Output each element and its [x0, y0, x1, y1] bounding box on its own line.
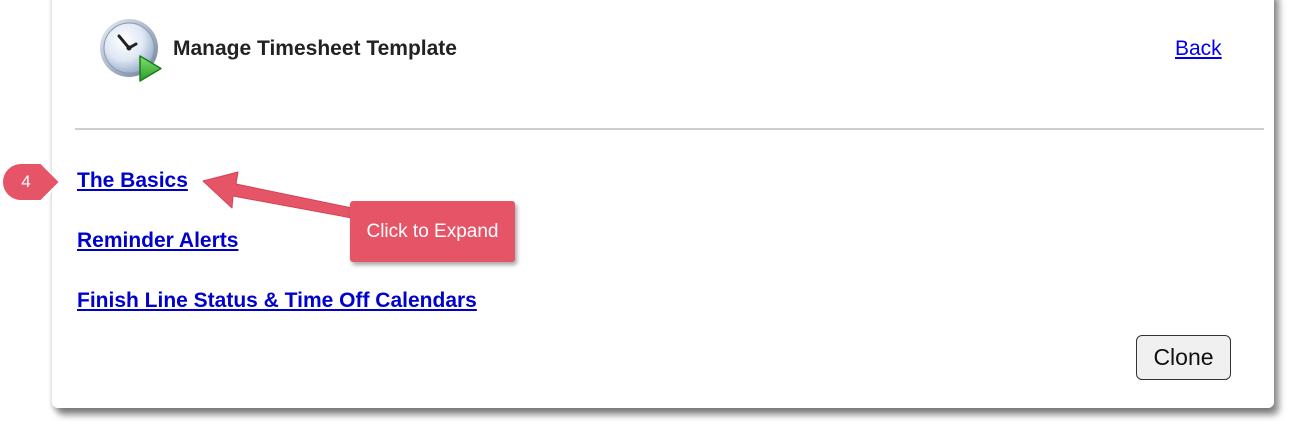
clone-button[interactable]: Clone	[1136, 335, 1231, 380]
step-number: 4	[21, 172, 31, 191]
back-link[interactable]: Back	[1175, 36, 1222, 62]
section-link-the-basics[interactable]: The Basics	[77, 168, 188, 194]
callout-tooltip: Click to Expand	[350, 201, 515, 262]
clock-play-icon	[100, 19, 162, 82]
header-divider	[75, 128, 1264, 130]
page-title: Manage Timesheet Template	[173, 37, 457, 60]
section-link-finish-line-status[interactable]: Finish Line Status & Time Off Calendars	[77, 288, 477, 314]
section-link-reminder-alerts[interactable]: Reminder Alerts	[77, 228, 238, 254]
